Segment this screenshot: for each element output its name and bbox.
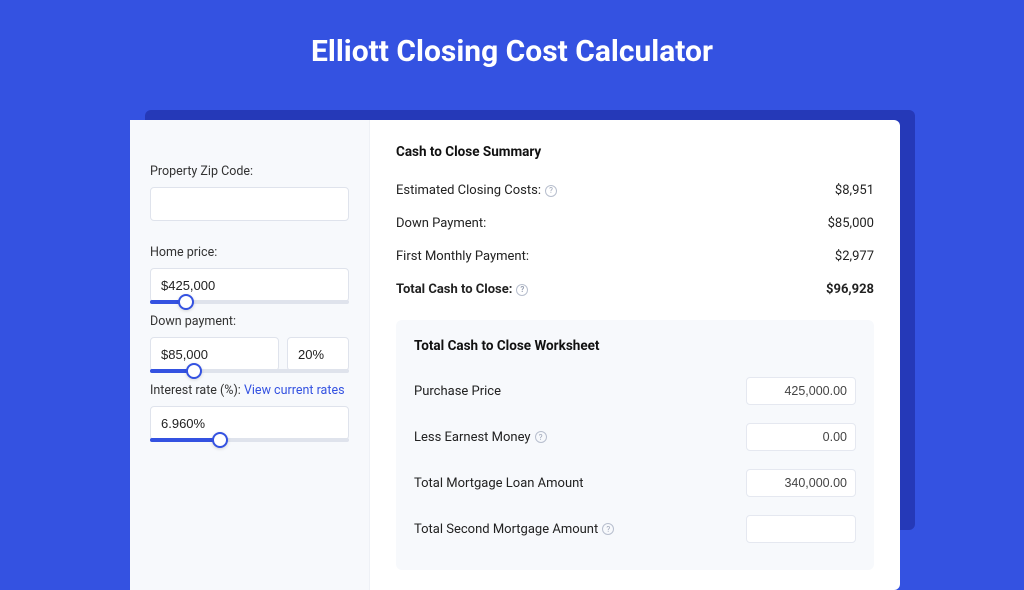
summary-value: $96,928 bbox=[826, 282, 874, 297]
summary-label: Down Payment: bbox=[396, 216, 486, 231]
summary-line: Down Payment: $85,000 bbox=[396, 207, 874, 240]
worksheet-value-input[interactable] bbox=[746, 515, 856, 543]
slider-fill bbox=[150, 438, 220, 442]
worksheet-card: Total Cash to Close Worksheet Purchase P… bbox=[396, 320, 874, 570]
calculator-card: Property Zip Code: Home price: Down paym… bbox=[130, 120, 900, 590]
summary-label: First Monthly Payment: bbox=[396, 249, 529, 264]
down-payment-input[interactable] bbox=[150, 337, 279, 371]
summary-label: Estimated Closing Costs:? bbox=[396, 183, 557, 198]
slider-thumb[interactable] bbox=[212, 432, 228, 448]
zip-label: Property Zip Code: bbox=[150, 164, 349, 179]
slider-thumb[interactable] bbox=[178, 294, 194, 310]
worksheet-row: Purchase Price bbox=[414, 368, 856, 414]
interest-rate-slider[interactable] bbox=[150, 438, 349, 442]
summary-label: Total Cash to Close:? bbox=[396, 282, 528, 297]
worksheet-row: Total Mortgage Loan Amount bbox=[414, 460, 856, 506]
view-rates-link[interactable]: View current rates bbox=[244, 383, 345, 398]
summary-value: $8,951 bbox=[835, 183, 874, 198]
worksheet-row: Total Second Mortgage Amount? bbox=[414, 506, 856, 552]
interest-rate-label: Interest rate (%): View current rates bbox=[150, 383, 349, 398]
summary-line: Total Cash to Close:? $96,928 bbox=[396, 273, 874, 306]
worksheet-label: Total Second Mortgage Amount? bbox=[414, 522, 614, 537]
worksheet-label: Total Mortgage Loan Amount bbox=[414, 476, 584, 491]
summary-line: First Monthly Payment: $2,977 bbox=[396, 240, 874, 273]
down-payment-pct-input[interactable] bbox=[287, 337, 349, 371]
summary-list: Estimated Closing Costs:? $8,951 Down Paym… bbox=[396, 174, 874, 306]
worksheet-label: Purchase Price bbox=[414, 384, 501, 399]
worksheet-title: Total Cash to Close Worksheet bbox=[414, 338, 856, 354]
zip-input[interactable] bbox=[150, 187, 349, 221]
summary-title: Cash to Close Summary bbox=[396, 144, 874, 160]
help-icon[interactable]: ? bbox=[516, 284, 528, 296]
slider-thumb[interactable] bbox=[186, 363, 202, 379]
home-price-slider[interactable] bbox=[150, 300, 349, 304]
down-payment-label: Down payment: bbox=[150, 314, 349, 329]
results-panel: Cash to Close Summary Estimated Closing … bbox=[370, 120, 900, 590]
summary-line: Estimated Closing Costs:? $8,951 bbox=[396, 174, 874, 207]
worksheet-label: Less Earnest Money? bbox=[414, 430, 547, 445]
home-price-label: Home price: bbox=[150, 245, 349, 260]
worksheet-row: Less Earnest Money? bbox=[414, 414, 856, 460]
worksheet-value-input[interactable] bbox=[746, 377, 856, 405]
worksheet-list: Purchase Price Less Earnest Money? Total M… bbox=[414, 368, 856, 552]
inputs-panel: Property Zip Code: Home price: Down paym… bbox=[130, 120, 370, 590]
down-payment-slider[interactable] bbox=[150, 369, 349, 373]
worksheet-value-input[interactable] bbox=[746, 469, 856, 497]
page-title: Elliott Closing Cost Calculator bbox=[0, 0, 1024, 93]
worksheet-value-input[interactable] bbox=[746, 423, 856, 451]
help-icon[interactable]: ? bbox=[602, 523, 614, 535]
interest-rate-input[interactable] bbox=[150, 406, 349, 440]
help-icon[interactable]: ? bbox=[545, 185, 557, 197]
summary-value: $85,000 bbox=[828, 216, 874, 231]
help-icon[interactable]: ? bbox=[535, 431, 547, 443]
summary-value: $2,977 bbox=[835, 249, 874, 264]
